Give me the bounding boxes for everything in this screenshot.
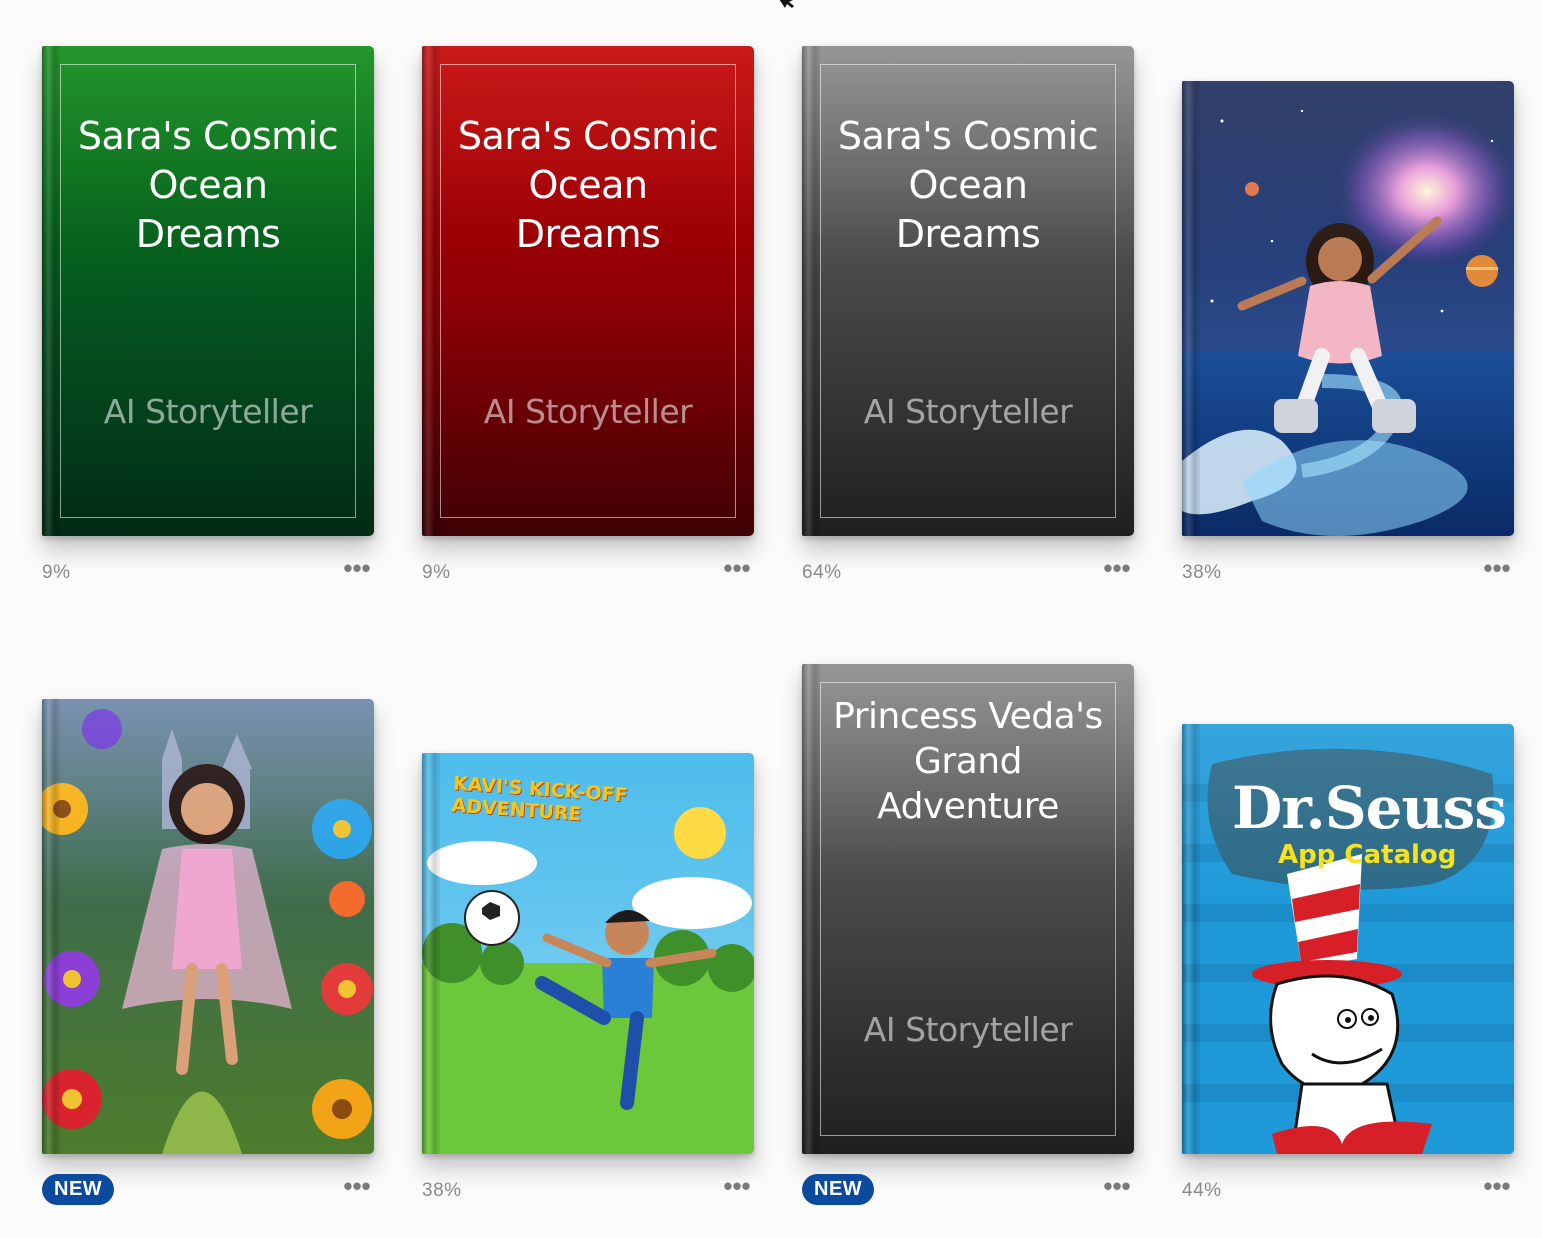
book-cover[interactable]: Princess Veda's Grand Adventure AI Story… [802,664,1134,1154]
new-badge: NEW [802,1174,875,1205]
book-meta: 9% ••• [42,555,374,586]
book-cover[interactable]: Sara's Cosmic Ocean Dreams AI Storytelle… [802,46,1134,536]
progress-percent: 38% [422,1180,462,1201]
book-cover[interactable]: Dr.Seuss App Catalog [1182,724,1514,1154]
cover-author: AI Storyteller [863,392,1073,431]
cover-author: AI Storyteller [103,392,313,431]
book-cover[interactable]: Sara's Cosmic Ocean Dreams AI Storytelle… [42,46,374,536]
more-options-icon[interactable]: ••• [1100,1173,1134,1200]
progress-percent: 64% [802,562,842,583]
progress-percent: 44% [1182,1180,1222,1201]
more-options-icon[interactable]: ••• [1480,555,1514,582]
book-meta: 9% ••• [422,555,754,586]
book-meta: 38% ••• [1182,555,1514,586]
book-meta: NEW ••• [42,1173,374,1205]
progress-percent: 9% [422,562,451,583]
more-options-icon[interactable]: ••• [340,555,374,582]
book-cover[interactable]: Sara's Cosmic Ocean Dreams AI Storytelle… [422,46,754,536]
cover-title: Sara's Cosmic Ocean Dreams [837,114,1099,256]
book-meta: 64% ••• [802,555,1134,586]
new-badge: NEW [42,1174,115,1205]
more-options-icon[interactable]: ••• [1100,555,1134,582]
cover-author: AI Storyteller [483,392,693,431]
cover-title: Princess Veda's Grand Adventure [833,696,1103,827]
book-meta: NEW ••• [802,1173,1134,1205]
cover-author: AI Storyteller [863,1010,1073,1049]
girl-in-flower-garden-illustration [42,699,374,1154]
progress-percent: 9% [42,562,71,583]
more-options-icon[interactable]: ••• [1480,1173,1514,1200]
progress-percent: 38% [1182,562,1222,583]
more-options-icon[interactable]: ••• [720,1173,754,1200]
cover-title: Dr.Seuss [1232,774,1507,842]
more-options-icon[interactable]: ••• [340,1173,374,1200]
book-cover[interactable] [1182,81,1514,536]
cover-title: Sara's Cosmic Ocean Dreams [457,114,719,256]
cover-subtitle: App Catalog [1278,840,1457,870]
more-options-icon[interactable]: ••• [720,555,754,582]
mouse-cursor-icon [779,0,794,8]
book-meta: 38% ••• [422,1173,754,1204]
book-cover[interactable]: KAVI'S KICK-OFF ADVENTURE [422,753,754,1154]
book-cover[interactable] [42,699,374,1154]
girl-in-space-ocean-illustration [1182,81,1514,536]
cover-title: Sara's Cosmic Ocean Dreams [77,114,339,256]
book-meta: 44% ••• [1182,1173,1514,1204]
